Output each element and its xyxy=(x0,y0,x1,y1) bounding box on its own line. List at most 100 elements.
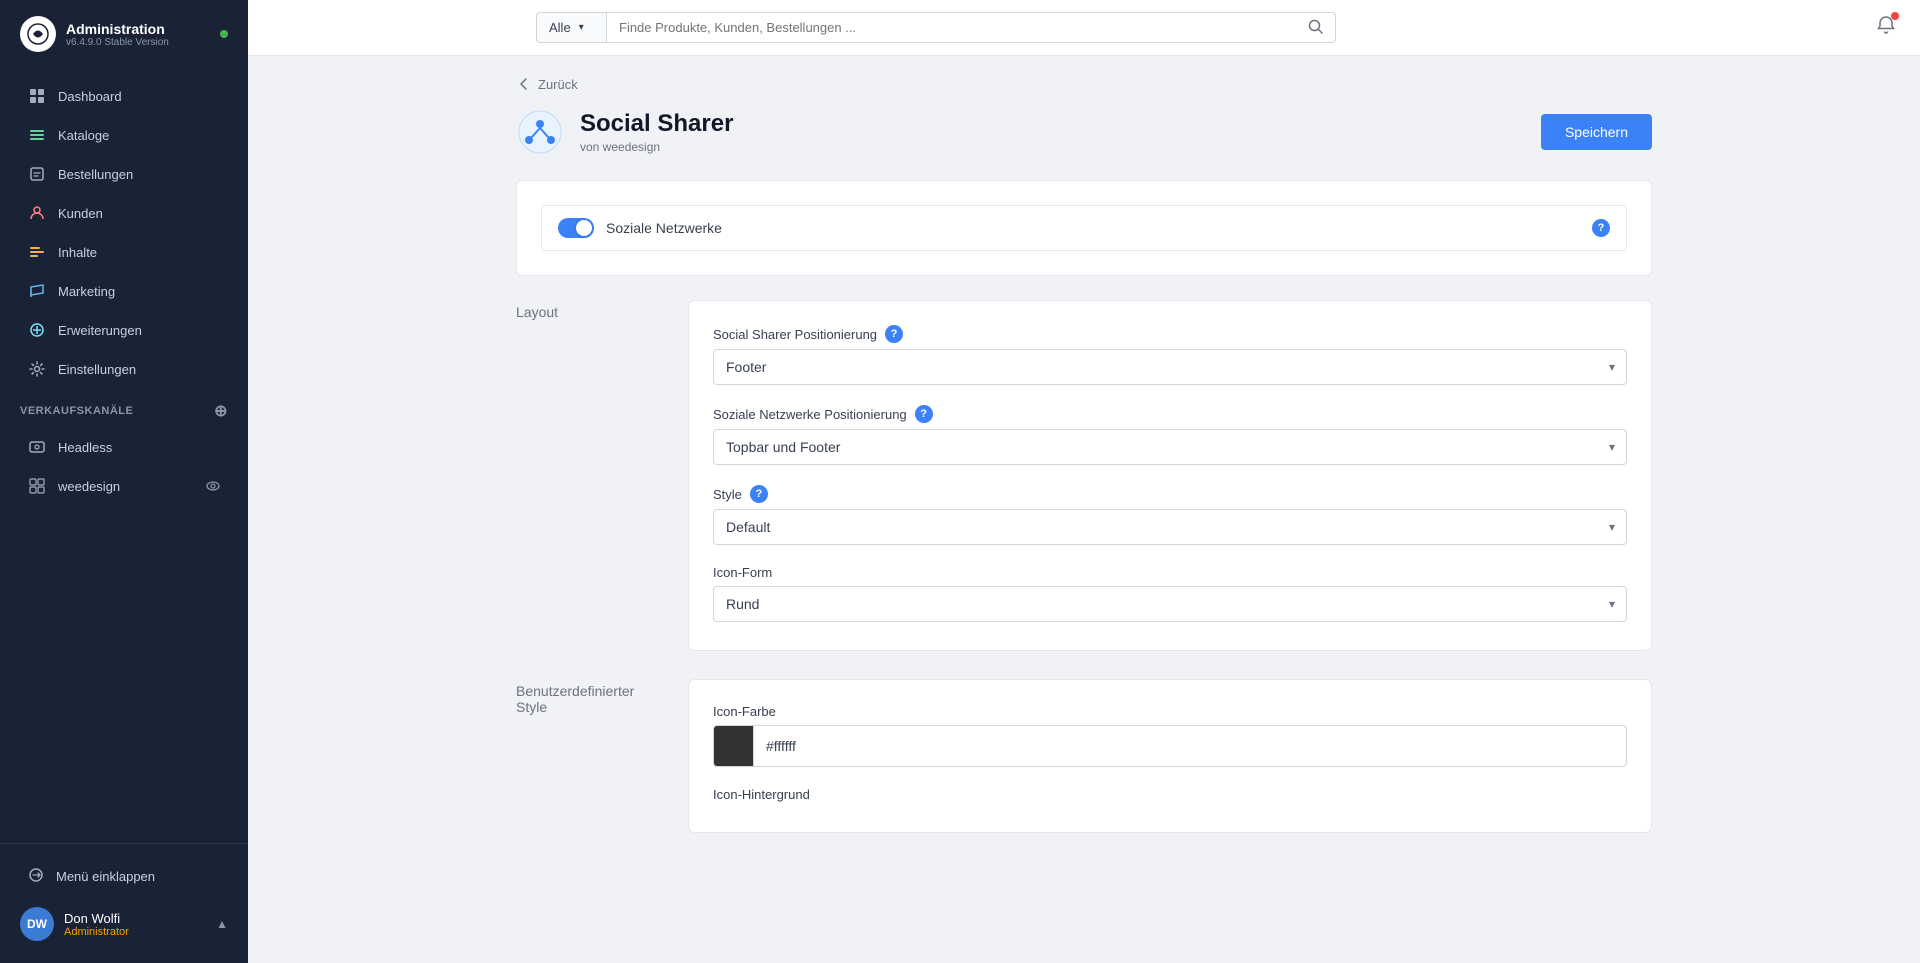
sidebar-bottom: Menü einklappen DW Don Wolfi Administrat… xyxy=(0,843,248,963)
collapse-label: Menü einklappen xyxy=(56,869,155,884)
user-initials: DW xyxy=(27,917,47,931)
positionierung-help-icon[interactable]: ? xyxy=(885,325,903,343)
weedesign-label: weedesign xyxy=(58,479,120,494)
save-button[interactable]: Speichern xyxy=(1541,114,1652,150)
icon-farbe-color-row xyxy=(713,725,1627,767)
positionierung-label-row: Social Sharer Positionierung ? xyxy=(713,325,1627,343)
style-field: Style ? Default Minimal Bold xyxy=(713,485,1627,545)
positionierung-label: Social Sharer Positionierung xyxy=(713,327,877,342)
positionierung-field: Social Sharer Positionierung ? Footer He… xyxy=(713,325,1627,385)
back-label: Zurück xyxy=(538,77,578,92)
sidebar-item-inhalte[interactable]: Inhalte xyxy=(8,233,240,271)
style-help-icon[interactable]: ? xyxy=(750,485,768,503)
page-content: Zurück Social Sharer von weedes xyxy=(248,56,1920,963)
dashboard-label: Dashboard xyxy=(58,89,122,104)
sidebar-item-weedesign[interactable]: weedesign xyxy=(8,467,240,505)
custom-style-card: Icon-Farbe Icon-Hintergrund xyxy=(688,679,1652,833)
kataloge-icon xyxy=(28,126,46,144)
layout-section-label: Layout xyxy=(516,300,656,320)
main-nav: Dashboard Kataloge Bestellungen xyxy=(0,68,248,843)
netzwerke-positionierung-label-row: Soziale Netzwerke Positionierung ? xyxy=(713,405,1627,423)
search-filter-chevron: ▾ xyxy=(579,22,584,33)
icon-form-label-row: Icon-Form xyxy=(713,565,1627,580)
online-indicator xyxy=(220,30,228,38)
collapse-menu-button[interactable]: Menü einklappen xyxy=(8,857,240,896)
app-title: Administration xyxy=(66,21,169,37)
sidebar: Administration v6.4.9.0 Stable Version D… xyxy=(0,0,248,963)
main-content: Alle ▾ xyxy=(248,0,1920,963)
sales-channels-label: Verkaufskanäle xyxy=(20,405,133,417)
user-profile[interactable]: DW Don Wolfi Administrator ▲ xyxy=(8,897,240,951)
netzwerke-positionierung-select-wrap: Topbar und Footer Topbar Footer xyxy=(713,429,1627,465)
icon-farbe-label-row: Icon-Farbe xyxy=(713,704,1627,719)
weedesign-channel-icon xyxy=(28,477,46,495)
style-label: Style xyxy=(713,487,742,502)
headless-label: Headless xyxy=(58,440,112,455)
netzwerke-positionierung-label: Soziale Netzwerke Positionierung xyxy=(713,407,907,422)
search-input-wrap xyxy=(606,12,1336,43)
icon-form-select[interactable]: Rund Eckig Oval xyxy=(713,586,1627,622)
bestellungen-icon xyxy=(28,165,46,183)
kunden-icon xyxy=(28,204,46,222)
logo-icon xyxy=(20,16,56,52)
user-role: Administrator xyxy=(64,926,129,938)
dashboard-icon xyxy=(28,87,46,105)
layout-section-content: Social Sharer Positionierung ? Footer He… xyxy=(688,300,1652,655)
social-networks-toggle[interactable] xyxy=(558,218,594,238)
topbar-actions xyxy=(1876,15,1896,41)
bestellungen-label: Bestellungen xyxy=(58,167,133,182)
notifications-button[interactable] xyxy=(1876,15,1896,41)
user-chevron-icon: ▲ xyxy=(216,917,228,931)
positionierung-select[interactable]: Footer Header Sidebar xyxy=(713,349,1627,385)
inhalte-label: Inhalte xyxy=(58,245,97,260)
toggle-knob xyxy=(576,220,592,236)
logo-text: Administration v6.4.9.0 Stable Version xyxy=(66,21,169,48)
app-version: v6.4.9.0 Stable Version xyxy=(66,37,169,48)
social-networks-help-icon[interactable]: ? xyxy=(1592,219,1610,237)
netzwerke-positionierung-select[interactable]: Topbar und Footer Topbar Footer xyxy=(713,429,1627,465)
erweiterungen-icon xyxy=(28,321,46,339)
eye-icon[interactable] xyxy=(206,478,220,494)
sidebar-item-kataloge[interactable]: Kataloge xyxy=(8,116,240,154)
inhalte-icon xyxy=(28,243,46,261)
sidebar-item-einstellungen[interactable]: Einstellungen xyxy=(8,350,240,388)
search-icon[interactable] xyxy=(1308,19,1323,37)
netzwerke-positionierung-field: Soziale Netzwerke Positionierung ? Topba… xyxy=(713,405,1627,465)
topbar: Alle ▾ xyxy=(248,0,1920,56)
sidebar-item-dashboard[interactable]: Dashboard xyxy=(8,77,240,115)
sales-channels-section: Verkaufskanäle ⊕ xyxy=(0,389,248,427)
icon-hintergrund-label: Icon-Hintergrund xyxy=(713,787,810,802)
page-title: Social Sharer xyxy=(580,110,733,138)
icon-form-label: Icon-Form xyxy=(713,565,772,580)
logo-area: Administration v6.4.9.0 Stable Version xyxy=(0,0,248,68)
user-details: Don Wolfi Administrator xyxy=(64,911,129,938)
icon-hintergrund-field: Icon-Hintergrund xyxy=(713,787,1627,802)
user-name: Don Wolfi xyxy=(64,911,129,926)
page-titles: Social Sharer von weedesign xyxy=(580,110,733,154)
sidebar-item-kunden[interactable]: Kunden xyxy=(8,194,240,232)
sidebar-item-marketing[interactable]: Marketing xyxy=(8,272,240,310)
style-label-row: Style ? xyxy=(713,485,1627,503)
headless-channel-icon xyxy=(28,438,46,456)
style-select[interactable]: Default Minimal Bold xyxy=(713,509,1627,545)
sidebar-item-erweiterungen[interactable]: Erweiterungen xyxy=(8,311,240,349)
einstellungen-label: Einstellungen xyxy=(58,362,136,377)
social-networks-card: Soziale Netzwerke ? xyxy=(516,180,1652,276)
einstellungen-icon xyxy=(28,360,46,378)
sidebar-item-headless[interactable]: Headless xyxy=(8,428,240,466)
netzwerke-positionierung-help-icon[interactable]: ? xyxy=(915,405,933,423)
add-channel-icon[interactable]: ⊕ xyxy=(214,401,228,421)
style-select-wrap: Default Minimal Bold xyxy=(713,509,1627,545)
search-filter-dropdown[interactable]: Alle ▾ xyxy=(536,12,606,43)
sidebar-item-bestellungen[interactable]: Bestellungen xyxy=(8,155,240,193)
custom-style-section-label: Benutzerdefinierter Style xyxy=(516,679,656,715)
icon-farbe-swatch[interactable] xyxy=(714,726,754,766)
search-container: Alle ▾ xyxy=(536,12,1336,43)
custom-style-content: Icon-Farbe Icon-Hintergrund xyxy=(688,679,1652,837)
back-link[interactable]: Zurück xyxy=(516,76,1652,92)
kunden-label: Kunden xyxy=(58,206,103,221)
layout-card: Social Sharer Positionierung ? Footer He… xyxy=(688,300,1652,651)
search-input[interactable] xyxy=(619,13,1308,42)
icon-hintergrund-label-row: Icon-Hintergrund xyxy=(713,787,1627,802)
icon-farbe-input[interactable] xyxy=(754,729,1626,763)
